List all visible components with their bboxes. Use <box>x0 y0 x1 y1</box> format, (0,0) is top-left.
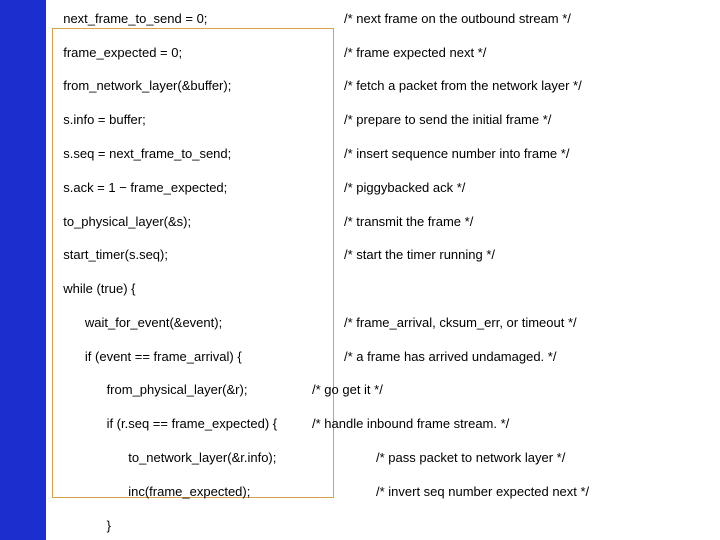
code-text: if (r.seq == frame_expected) { <box>56 416 312 433</box>
code-text: } <box>56 518 111 533</box>
code-comment: /* go get it */ <box>312 382 383 397</box>
code-text: start_timer(s.seq); <box>56 247 344 264</box>
code-comment: /* frame expected next */ <box>344 45 486 60</box>
code-comment: /* frame_arrival, cksum_err, or timeout … <box>344 315 577 330</box>
code-block: next_frame_to_send = 0;/* next frame on … <box>56 0 716 540</box>
code-text: s.ack = 1 − frame_expected; <box>56 180 344 197</box>
code-text: from_network_layer(&buffer); <box>56 78 344 95</box>
code-comment: /* fetch a packet from the network layer… <box>344 78 582 93</box>
code-text: while (true) { <box>56 281 135 296</box>
code-text: frame_expected = 0; <box>56 45 344 62</box>
code-text: if (event == frame_arrival) { <box>56 349 344 366</box>
code-text: from_physical_layer(&r); <box>56 382 312 399</box>
code-comment: /* piggybacked ack */ <box>344 180 465 195</box>
code-comment: /* invert seq number expected next */ <box>376 484 589 499</box>
code-comment: /* handle inbound frame stream. */ <box>312 416 509 431</box>
code-text: to_physical_layer(&s); <box>56 214 344 231</box>
code-comment: /* transmit the frame */ <box>344 214 473 229</box>
code-comment: /* prepare to send the initial frame */ <box>344 112 551 127</box>
code-comment: /* insert sequence number into frame */ <box>344 146 569 161</box>
code-text: s.info = buffer; <box>56 112 344 129</box>
code-comment: /* a frame has arrived undamaged. */ <box>344 349 556 364</box>
left-accent-bar <box>0 0 46 540</box>
slide: next_frame_to_send = 0;/* next frame on … <box>0 0 720 540</box>
code-text: to_network_layer(&r.info); <box>56 450 376 467</box>
code-comment: /* pass packet to network layer */ <box>376 450 565 465</box>
code-text: s.seq = next_frame_to_send; <box>56 146 344 163</box>
code-text: inc(frame_expected); <box>56 484 376 501</box>
code-text: next_frame_to_send = 0; <box>56 11 344 28</box>
code-comment: /* next frame on the outbound stream */ <box>344 11 571 26</box>
code-comment: /* start the timer running */ <box>344 247 495 262</box>
code-text: wait_for_event(&event); <box>56 315 344 332</box>
